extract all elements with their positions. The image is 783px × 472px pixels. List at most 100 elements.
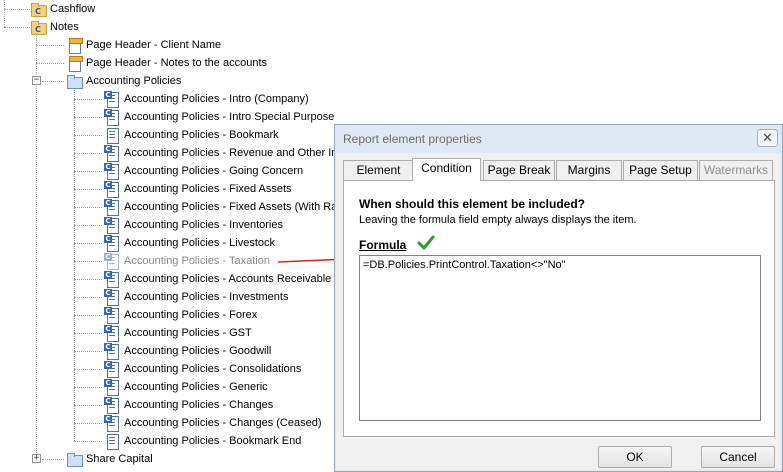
tree-node-policy[interactable]: C Accounting Policies - Consolidations <box>104 360 301 378</box>
conditional-document-icon: C <box>104 235 120 252</box>
tab-margins[interactable]: Margins <box>556 160 622 180</box>
tree-node-policy[interactable]: C Accounting Policies - Intro (Company) <box>104 90 309 108</box>
tree-connector <box>74 297 102 298</box>
tab-element[interactable]: Element <box>343 160 414 180</box>
tree-node-label: Accounting Policies - Livestock <box>124 237 276 249</box>
conditional-document-icon: C <box>104 289 120 306</box>
tree-node-policy[interactable]: C Accounting Policies - GST <box>104 324 252 342</box>
tree-node-label: Accounting Policies - Changes <box>124 399 274 411</box>
conditional-document-icon: C <box>104 145 120 162</box>
collapse-accounting-policies-button[interactable]: − <box>32 76 41 85</box>
report-folder-icon: C <box>30 1 47 17</box>
tree-connector <box>74 333 102 334</box>
check-icon[interactable] <box>416 234 436 252</box>
tree-node-policy[interactable]: Accounting Policies - Bookmark <box>104 126 279 144</box>
conditional-document-icon: C <box>104 253 120 270</box>
report-element-properties-dialog: Report element properties ✕ Element Cond… <box>334 124 783 472</box>
dialog-title-bar[interactable]: Report element properties ✕ <box>335 125 782 153</box>
tree-node-notes[interactable]: C Notes <box>30 18 79 36</box>
condition-hint: Leaving the formula field empty always d… <box>359 214 637 226</box>
tree-node-label: Accounting Policies - Revenue and Other … <box>124 147 338 159</box>
tree-node-policy[interactable]: C Accounting Policies - Changes <box>104 396 273 414</box>
document-icon <box>104 433 120 450</box>
tree-node-label: Accounting Policies - Going Concern <box>124 165 304 177</box>
tree-connector <box>74 207 102 208</box>
tree-node-page-header-client-name[interactable]: Page Header - Client Name <box>66 36 221 54</box>
tree-node-label: Accounting Policies - Accounts Receivabl… <box>124 273 332 285</box>
tree-node-policy[interactable]: C Accounting Policies - Revenue and Othe… <box>104 144 337 162</box>
tree-node-policy[interactable]: Accounting Policies - Bookmark End <box>104 432 301 450</box>
conditional-document-icon: C <box>104 415 120 432</box>
conditional-document-icon: C <box>104 109 120 126</box>
report-folder-icon: C <box>30 19 47 35</box>
tree-node-policy[interactable]: C Accounting Policies - Inventories <box>104 216 283 234</box>
tree-node-label: Share Capital <box>86 453 153 465</box>
tree-node-policy[interactable]: C Accounting Policies - Going Concern <box>104 162 303 180</box>
tree-node-label: Accounting Policies - GST <box>124 327 252 339</box>
tree-node-label: Accounting Policies - Investments <box>124 291 289 303</box>
ok-button[interactable]: OK <box>598 446 672 468</box>
open-folder-icon <box>66 73 83 89</box>
tree-connector <box>74 261 102 262</box>
tab-page-break[interactable]: Page Break <box>483 160 555 180</box>
tree-node-page-header-notes[interactable]: Page Header - Notes to the accounts <box>66 54 267 72</box>
tree-connector <box>74 171 102 172</box>
tree-node-policy[interactable]: C Accounting Policies - Goodwill <box>104 342 271 360</box>
tree-connector <box>74 315 102 316</box>
tree-connector <box>74 135 102 136</box>
tree-node-label: Accounting Policies - Goodwill <box>124 345 272 357</box>
tree-node-policy-taxation-selected[interactable]: C Accounting Policies - Taxation <box>104 252 270 270</box>
tree-node-label: Accounting Policies - Intro Special Purp… <box>124 111 335 123</box>
expand-share-capital-button[interactable]: + <box>32 454 41 463</box>
tree-node-policy[interactable]: C Accounting Policies - Fixed Assets <box>104 180 292 198</box>
tree-node-policy[interactable]: C Accounting Policies - Livestock <box>104 234 275 252</box>
tree-connector <box>74 405 102 406</box>
tree-node-policy[interactable]: C Accounting Policies - Generic <box>104 378 268 396</box>
conditional-document-icon: C <box>104 307 120 324</box>
tree-connector <box>4 0 5 27</box>
tree-connector <box>74 387 102 388</box>
close-icon: ✕ <box>762 130 773 145</box>
tree-node-accounting-policies[interactable]: Accounting Policies <box>66 72 181 90</box>
tab-condition[interactable]: Condition <box>412 158 481 181</box>
tree-connector <box>4 9 32 10</box>
tree-node-policy[interactable]: C Accounting Policies - Forex <box>104 306 257 324</box>
tree-node-label: Accounting Policies - Consolidations <box>124 363 302 375</box>
tree-node-policy[interactable]: C Accounting Policies - Accounts Receiva… <box>104 270 331 288</box>
conditional-document-icon: C <box>104 217 120 234</box>
tree-node-label: Accounting Policies - Bookmark End <box>124 435 302 447</box>
tree-node-label: Accounting Policies - Intro (Company) <box>124 93 309 105</box>
conditional-document-icon: C <box>104 325 120 342</box>
tree-node-policy[interactable]: C Accounting Policies - Investments <box>104 288 288 306</box>
tree-node-policy[interactable]: C Accounting Policies - Changes (Ceased) <box>104 414 322 432</box>
condition-panel: When should this element be included? Le… <box>343 180 775 437</box>
tree-node-share-capital[interactable]: Share Capital <box>66 450 153 468</box>
tab-page-setup[interactable]: Page Setup <box>623 160 698 180</box>
tree-node-policy[interactable]: C Accounting Policies - Fixed Assets (Wi… <box>104 198 340 216</box>
close-button[interactable]: ✕ <box>757 129 778 147</box>
tree-connector <box>74 243 102 244</box>
tab-watermarks: Watermarks <box>699 160 773 180</box>
tree-connector <box>74 369 102 370</box>
tree-node-label: Accounting Policies - Inventories <box>124 219 283 231</box>
tree-node-policy[interactable]: C Accounting Policies - Intro Special Pu… <box>104 108 334 126</box>
tree-connector <box>74 225 102 226</box>
cancel-button[interactable]: Cancel <box>701 446 775 468</box>
tree-connector <box>42 459 64 460</box>
tree-connector <box>74 153 102 154</box>
tree-node-label: Page Header - Notes to the accounts <box>86 57 267 69</box>
conditional-document-icon: C <box>104 379 120 396</box>
formula-field[interactable]: =DB.Policies.PrintControl.Taxation<>"No" <box>359 255 761 421</box>
tree-node-label: Accounting Policies - Fixed Assets (With… <box>124 201 341 213</box>
tree-connector <box>36 45 64 46</box>
tree-connector <box>74 351 102 352</box>
condition-question: When should this element be included? <box>359 197 586 211</box>
tree-node-cashflow[interactable]: C Cashflow <box>30 0 95 18</box>
conditional-document-icon: C <box>104 199 120 216</box>
tree-connector <box>74 117 102 118</box>
conditional-document-icon: C <box>104 91 120 108</box>
conditional-document-icon: C <box>104 181 120 198</box>
tree-node-label: Accounting Policies - Taxation <box>124 255 270 267</box>
tree-node-label: Cashflow <box>50 3 96 15</box>
tree-connector <box>4 27 32 28</box>
